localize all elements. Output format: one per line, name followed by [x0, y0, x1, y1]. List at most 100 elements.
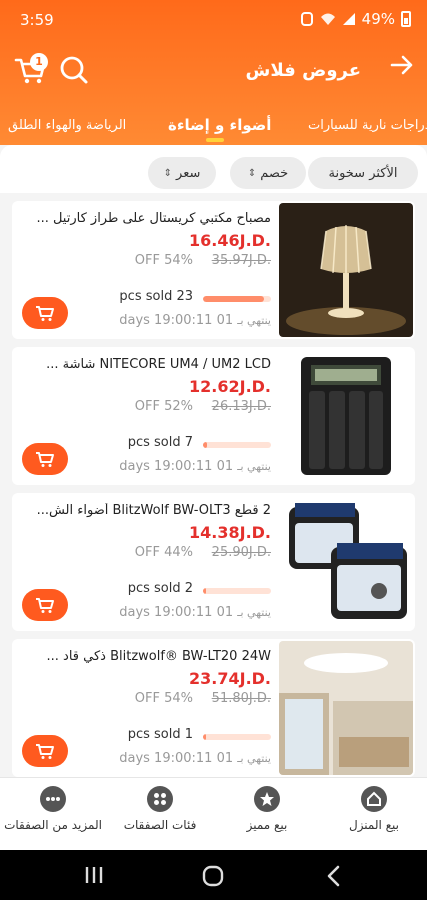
- deal-end-value: days 19:00:11 01: [119, 313, 234, 328]
- product-card[interactable]: NITECORE UM4 / UM2 LCD شاشة ... 12.62J.D…: [12, 347, 415, 485]
- search-icon[interactable]: [58, 54, 90, 86]
- product-image-crystal-lamp[interactable]: [279, 203, 413, 337]
- sort-arrows-icon: ⇕: [247, 167, 257, 179]
- product-image-solar-lights[interactable]: [279, 495, 413, 629]
- sold-progress-bar: [203, 734, 271, 740]
- sold-progress-fill: [203, 296, 265, 302]
- status-bar: 3:59 49%: [0, 0, 427, 38]
- product-card[interactable]: مصباح مكتبي كريستال على طراز كارتيل ... …: [12, 201, 415, 339]
- product-old-price: 25.90J.D.: [211, 545, 271, 560]
- product-old-price: 35.97J.D.: [211, 253, 271, 268]
- nav-more-deals[interactable]: المزيد من الصفقات: [0, 786, 106, 832]
- add-to-cart-button[interactable]: [22, 589, 68, 621]
- product-discount: OFF 52%: [134, 399, 193, 414]
- deal-end-time: days 19:00:11 01 ينتهي بـ: [119, 459, 271, 474]
- filter-price[interactable]: سعر ⇕: [148, 157, 216, 189]
- deal-end-time: days 19:00:11 01 ينتهي بـ: [119, 751, 271, 766]
- back-button-icon[interactable]: [326, 865, 340, 887]
- deal-end-time: days 19:00:11 01 ينتهي بـ: [119, 313, 271, 328]
- page-title: عروض فلاش: [245, 60, 361, 81]
- app-header: 1 عروض فلاش: [0, 38, 427, 100]
- deal-end-time: days 19:00:11 01 ينتهي بـ: [119, 605, 271, 620]
- product-card[interactable]: Blitzwolf® BW-LT20 24W ذكي قاد ... 23.74…: [12, 639, 415, 777]
- nfc-icon: [300, 12, 313, 26]
- product-old-price: 26.13J.D.: [211, 399, 271, 414]
- deal-end-label: ينتهي بـ: [237, 752, 271, 765]
- nav-home-sale[interactable]: بيع المنزل: [321, 786, 427, 832]
- product-name[interactable]: 2 قطع BlitzWolf BW-OLT3 أضواء الش...: [35, 503, 271, 518]
- bottom-navigation: بيع المنزل بيع مميز فئات الصفقات المزيد …: [0, 777, 427, 850]
- product-image-ceiling-light[interactable]: [279, 641, 413, 775]
- cart-icon: [36, 744, 54, 759]
- star-icon: [254, 786, 280, 812]
- deals-panel: الأكثر سخونة خصم ⇕ سعر ⇕ مصباح مكتبي كري…: [0, 145, 427, 777]
- sold-progress-bar: [203, 588, 271, 594]
- product-price: 14.38J.D.: [189, 523, 271, 542]
- product-card[interactable]: 2 قطع BlitzWolf BW-OLT3 أضواء الش... 14.…: [12, 493, 415, 631]
- deal-end-value: days 19:00:11 01: [119, 605, 234, 620]
- sold-progress-bar: [203, 442, 271, 448]
- deal-end-value: days 19:00:11 01: [119, 751, 234, 766]
- sold-count: pcs sold 1: [127, 727, 193, 742]
- back-arrow-icon[interactable]: [389, 52, 415, 78]
- tab-motorcycles[interactable]: دراجات نارية للسيارات: [308, 118, 427, 133]
- nav-featured-sale-label: بيع مميز: [246, 818, 288, 832]
- battery-percent: 49%: [361, 10, 395, 28]
- nav-deal-categories[interactable]: فئات الصفقات: [107, 786, 213, 832]
- tab-lighting[interactable]: أضواء و إضاءة: [168, 116, 271, 134]
- deal-end-value: days 19:00:11 01: [119, 459, 234, 474]
- sold-progress-fill: [203, 734, 206, 740]
- filter-hottest[interactable]: الأكثر سخونة: [308, 157, 418, 189]
- product-price: 23.74J.D.: [189, 669, 271, 688]
- add-to-cart-button[interactable]: [22, 735, 68, 767]
- system-navigation-bar: [0, 850, 427, 900]
- cart-icon: [36, 306, 54, 321]
- sold-progress-fill: [203, 588, 206, 594]
- sold-progress-bar: [203, 296, 271, 302]
- deal-end-label: ينتهي بـ: [237, 460, 271, 473]
- sold-count: pcs sold 2: [127, 581, 193, 596]
- deal-end-label: ينتهي بـ: [237, 606, 271, 619]
- cart-icon: [36, 598, 54, 613]
- product-discount: OFF 54%: [134, 691, 193, 706]
- product-price: 16.46J.D.: [189, 231, 271, 250]
- product-name[interactable]: Blitzwolf® BW-LT20 24W ذكي قاد ...: [35, 649, 272, 664]
- nav-deal-categories-label: فئات الصفقات: [123, 818, 197, 832]
- grid-icon: [147, 786, 173, 812]
- add-to-cart-button[interactable]: [22, 297, 68, 329]
- product-name[interactable]: NITECORE UM4 / UM2 LCD شاشة ...: [35, 357, 271, 372]
- status-time: 3:59: [20, 11, 54, 29]
- nav-featured-sale[interactable]: بيع مميز: [214, 786, 320, 832]
- nav-more-deals-label: المزيد من الصفقات: [4, 818, 102, 832]
- category-tabs: الرياضة والهواء الطلق أضواء و إضاءة دراج…: [0, 112, 427, 142]
- sold-count: pcs sold 7: [127, 435, 193, 450]
- product-image-battery-charger[interactable]: [279, 349, 413, 483]
- filter-bar: الأكثر سخونة خصم ⇕ سعر ⇕: [0, 151, 427, 193]
- product-name[interactable]: مصباح مكتبي كريستال على طراز كارتيل ...: [35, 211, 271, 226]
- home-icon: [361, 786, 387, 812]
- battery-icon: [401, 11, 411, 27]
- filter-price-label: سعر: [176, 165, 201, 181]
- add-to-cart-button[interactable]: [22, 443, 68, 475]
- cart-icon: [36, 452, 54, 467]
- sold-progress-fill: [203, 442, 208, 448]
- nav-home-sale-label: بيع المنزل: [348, 818, 400, 832]
- filter-hottest-label: الأكثر سخونة: [328, 165, 398, 181]
- sold-count: pcs sold 23: [119, 289, 193, 304]
- cart-count-badge: 1: [30, 53, 48, 71]
- product-discount: OFF 44%: [134, 545, 193, 560]
- recent-apps-icon[interactable]: [84, 866, 104, 884]
- active-tab-indicator: [206, 138, 224, 142]
- product-old-price: 51.80J.D.: [211, 691, 271, 706]
- product-price: 12.62J.D.: [189, 377, 271, 396]
- product-discount: OFF 54%: [134, 253, 193, 268]
- filter-discount[interactable]: خصم ⇕: [230, 157, 306, 189]
- tab-sports[interactable]: الرياضة والهواء الطلق: [8, 118, 126, 133]
- deal-end-label: ينتهي بـ: [237, 314, 271, 327]
- filter-discount-label: خصم: [260, 165, 289, 181]
- more-icon: [40, 786, 66, 812]
- signal-icon: [342, 13, 355, 25]
- sort-arrows-icon: ⇕: [163, 167, 173, 179]
- wifi-icon: [320, 13, 335, 25]
- home-button-icon[interactable]: [202, 865, 224, 887]
